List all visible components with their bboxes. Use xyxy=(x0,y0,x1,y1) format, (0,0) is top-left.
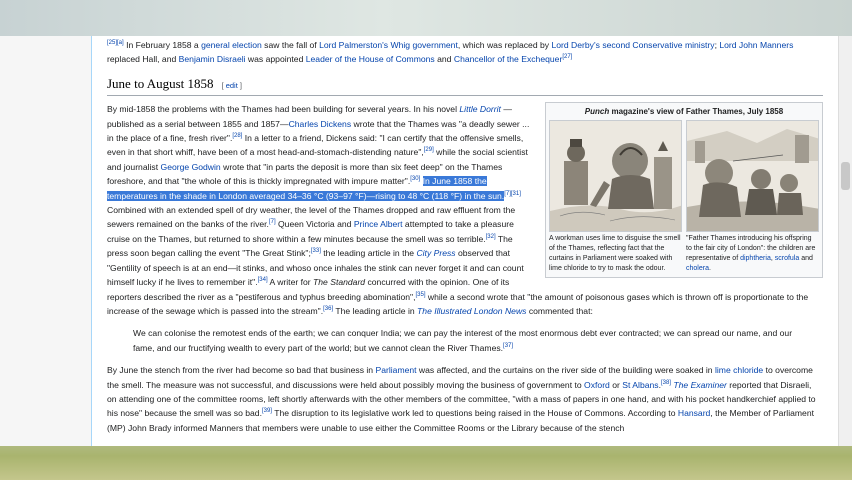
text: the leading article in the xyxy=(320,248,417,259)
link-oxford[interactable]: Oxford xyxy=(584,380,610,390)
image-pair xyxy=(549,120,819,233)
block-quote: We can colonise the remotest ends of the… xyxy=(133,326,813,355)
text: A writer for xyxy=(267,277,314,288)
image-captions: A workman uses lime to disguise the smel… xyxy=(549,234,819,274)
text: By mid-1858 the problems with the Thames… xyxy=(107,104,460,115)
citation[interactable]: [33] xyxy=(311,248,321,254)
quote-text: We can colonise the remotest ends of the… xyxy=(133,328,793,353)
link-george-godwin[interactable]: George Godwin xyxy=(161,162,221,172)
engraving-illustration xyxy=(550,121,681,232)
text: The disruption to its legislative work l… xyxy=(271,408,678,419)
link-lime-chloride[interactable]: lime chloride xyxy=(715,365,763,375)
scrollbar[interactable] xyxy=(838,36,852,446)
citation[interactable]: [29] xyxy=(424,148,434,154)
citation[interactable]: [25][a] xyxy=(107,40,124,46)
link-prince-albert[interactable]: Prince Albert xyxy=(354,219,403,229)
text: Queen Victoria and xyxy=(275,219,354,230)
text: and xyxy=(799,255,813,263)
article-content: [25][a] In February 1858 a general elect… xyxy=(93,36,838,446)
link-lord-palmerston[interactable]: Lord Palmerston's xyxy=(319,40,388,50)
citation[interactable]: [35] xyxy=(416,292,426,298)
text: or xyxy=(609,379,623,390)
link-second-conservative-ministry[interactable]: second Conservative ministry xyxy=(602,40,714,50)
text: was appointed xyxy=(245,54,306,65)
citation[interactable]: [36] xyxy=(323,306,333,312)
title-italic: Punch xyxy=(584,107,610,117)
citation[interactable]: [27] xyxy=(562,55,572,61)
citation[interactable]: [38] xyxy=(661,380,671,386)
citation[interactable]: [39] xyxy=(262,408,272,414)
citation[interactable]: [37] xyxy=(503,343,513,349)
section-title: June to August 1858 xyxy=(107,75,214,91)
citation[interactable]: [34] xyxy=(258,277,268,283)
background-top xyxy=(0,0,852,36)
link-general-election[interactable]: general election xyxy=(201,40,262,50)
text: The leading article in xyxy=(333,305,418,316)
scrollbar-thumb[interactable] xyxy=(841,162,850,190)
edit-section: [ edit ] xyxy=(222,81,242,90)
citation[interactable]: [7] xyxy=(269,220,276,226)
caption-father-thames: "Father Thames introducing his offspring… xyxy=(686,234,819,274)
link-hansard[interactable]: Hansard xyxy=(678,408,710,418)
text: saw the fall of xyxy=(261,40,320,50)
citation[interactable]: [7][31] xyxy=(504,191,521,197)
text: and xyxy=(434,54,454,65)
section-body: Punch magazine's view of Father Thames, … xyxy=(107,102,823,318)
link-city-press[interactable]: City Press xyxy=(416,248,455,258)
edit-link[interactable]: edit xyxy=(226,81,238,90)
link-lord-derby[interactable]: Lord Derby's xyxy=(551,40,599,50)
cartoon-image-father-thames[interactable] xyxy=(686,120,819,233)
citation[interactable]: [28] xyxy=(232,133,242,139)
image-box-title: Punch magazine's view of Father Thames, … xyxy=(549,106,819,118)
text: was affected, and the curtains on the ri… xyxy=(416,365,715,376)
background-bottom xyxy=(0,440,852,480)
intro-paragraph: [25][a] In February 1858 a general elect… xyxy=(107,38,823,67)
cartoon-image-workman[interactable] xyxy=(549,120,682,233)
link-little-dorrit[interactable]: Little Dorrit xyxy=(459,104,501,114)
link-cholera[interactable]: cholera xyxy=(686,265,709,272)
link-the-examiner[interactable]: The Examiner xyxy=(673,380,727,390)
link-whig-government[interactable]: Whig government xyxy=(390,40,457,50)
title-rest: magazine's view of Father Thames, July 1… xyxy=(609,107,784,117)
link-charles-dickens[interactable]: Charles Dickens xyxy=(289,119,352,129)
link-parliament[interactable]: Parliament xyxy=(375,365,416,375)
link-lord-john-manners[interactable]: Lord John Manners xyxy=(719,40,793,50)
text: replaced Hall, and xyxy=(107,54,179,65)
link-illustrated-london-news[interactable]: The Illustrated London News xyxy=(417,306,526,316)
citation[interactable]: [32] xyxy=(486,234,496,240)
text: , which was replaced by xyxy=(457,40,552,50)
link-scrofula[interactable]: scrofula xyxy=(775,255,800,262)
the-standard: The Standard xyxy=(313,277,366,288)
link-chancellor-exchequer[interactable]: Chancellor of the Exchequer xyxy=(454,54,562,64)
image-box: Punch magazine's view of Father Thames, … xyxy=(545,102,823,279)
section-heading: June to August 1858 [ edit ] xyxy=(107,75,823,97)
text: By June the stench from the river had be… xyxy=(107,365,376,376)
text: commented that: xyxy=(526,305,593,316)
sidebar xyxy=(0,36,92,446)
link-diphtheria[interactable]: diphtheria xyxy=(740,255,771,262)
link-leader-house-of-commons[interactable]: Leader of the House of Commons xyxy=(306,54,435,64)
citation[interactable]: [30] xyxy=(410,176,420,182)
browser-page: [25][a] In February 1858 a general elect… xyxy=(0,36,852,446)
bracket: ] xyxy=(237,80,242,90)
paragraph-2: By June the stench from the river had be… xyxy=(107,363,823,435)
link-st-albans[interactable]: St Albans xyxy=(622,380,658,390)
text: In February 1858 a xyxy=(123,40,202,50)
text: . xyxy=(708,265,711,273)
engraving-illustration xyxy=(687,121,818,232)
caption-workman: A workman uses lime to disguise the smel… xyxy=(549,235,681,273)
link-benjamin-disraeli[interactable]: Benjamin Disraeli xyxy=(179,54,246,64)
